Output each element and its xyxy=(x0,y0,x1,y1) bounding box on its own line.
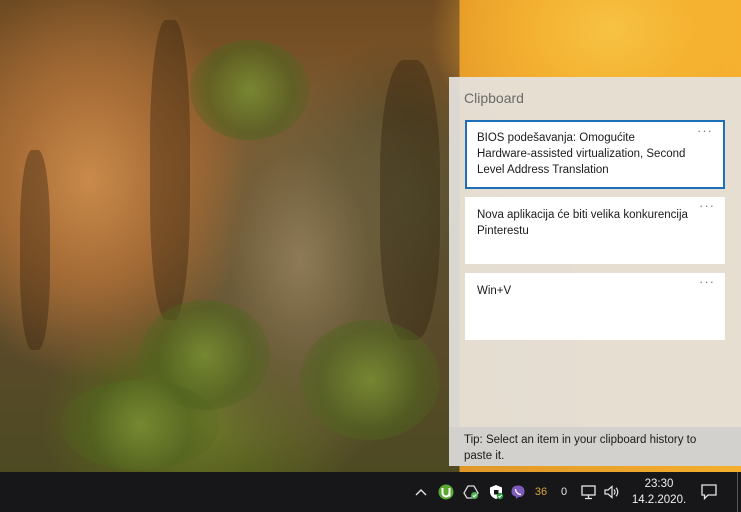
clipboard-item[interactable]: BIOS podešavanja: Omogućite Hardware-ass… xyxy=(465,120,725,189)
taskbar-clock[interactable]: 23:30 14.2.2020. xyxy=(626,476,692,508)
more-options-icon[interactable]: ··· xyxy=(699,198,715,214)
clipboard-item[interactable]: Nova aplikacija će biti velika konkurenc… xyxy=(465,197,725,264)
rock-shadow xyxy=(20,150,50,350)
rock-shadow xyxy=(380,60,440,340)
tray-badge-0[interactable]: 0 xyxy=(556,472,572,512)
notification-icon xyxy=(701,484,717,501)
tray-badge-36[interactable]: 36 xyxy=(530,472,552,512)
viber-icon xyxy=(511,485,525,499)
shrub xyxy=(190,40,310,140)
shield-icon xyxy=(490,485,504,500)
clipboard-item-text: Win+V xyxy=(477,285,512,297)
chevron-up-icon xyxy=(415,489,427,496)
drive-sync-tray-button[interactable] xyxy=(460,472,482,512)
shrub xyxy=(300,320,440,440)
network-tray-button[interactable] xyxy=(578,472,600,512)
clipboard-item-text: BIOS podešavanja: Omogućite Hardware-ass… xyxy=(477,132,686,176)
volume-tray-button[interactable] xyxy=(601,472,623,512)
shrub xyxy=(60,380,220,470)
windows-security-tray-button[interactable] xyxy=(485,472,507,512)
utorrent-icon xyxy=(438,484,454,500)
taskbar: 36 0 23:30 14.2.2020. xyxy=(0,472,741,512)
utorrent-tray-button[interactable] xyxy=(435,472,457,512)
more-options-icon[interactable]: ··· xyxy=(697,123,713,139)
volume-icon xyxy=(604,485,619,499)
clipboard-title: Clipboard xyxy=(464,90,524,106)
network-icon xyxy=(581,485,596,500)
clock-date: 14.2.2020. xyxy=(631,494,687,506)
clipboard-item-text: Nova aplikacija će biti velika konkurenc… xyxy=(477,209,688,237)
clipboard-panel: Clipboard BIOS podešavanja: Omogućite Ha… xyxy=(449,77,741,466)
action-center-button[interactable] xyxy=(697,472,721,512)
clipboard-item[interactable]: Win+V ··· xyxy=(465,273,725,340)
show-desktop-button[interactable] xyxy=(737,472,738,512)
more-options-icon[interactable]: ··· xyxy=(699,274,715,290)
viber-tray-button[interactable] xyxy=(507,472,529,512)
rock-shadow xyxy=(150,20,190,320)
drive-sync-icon xyxy=(463,485,479,499)
show-hidden-icons-button[interactable] xyxy=(410,472,432,512)
clock-time: 23:30 xyxy=(644,478,674,490)
clipboard-tip: Tip: Select an item in your clipboard hi… xyxy=(449,427,741,466)
